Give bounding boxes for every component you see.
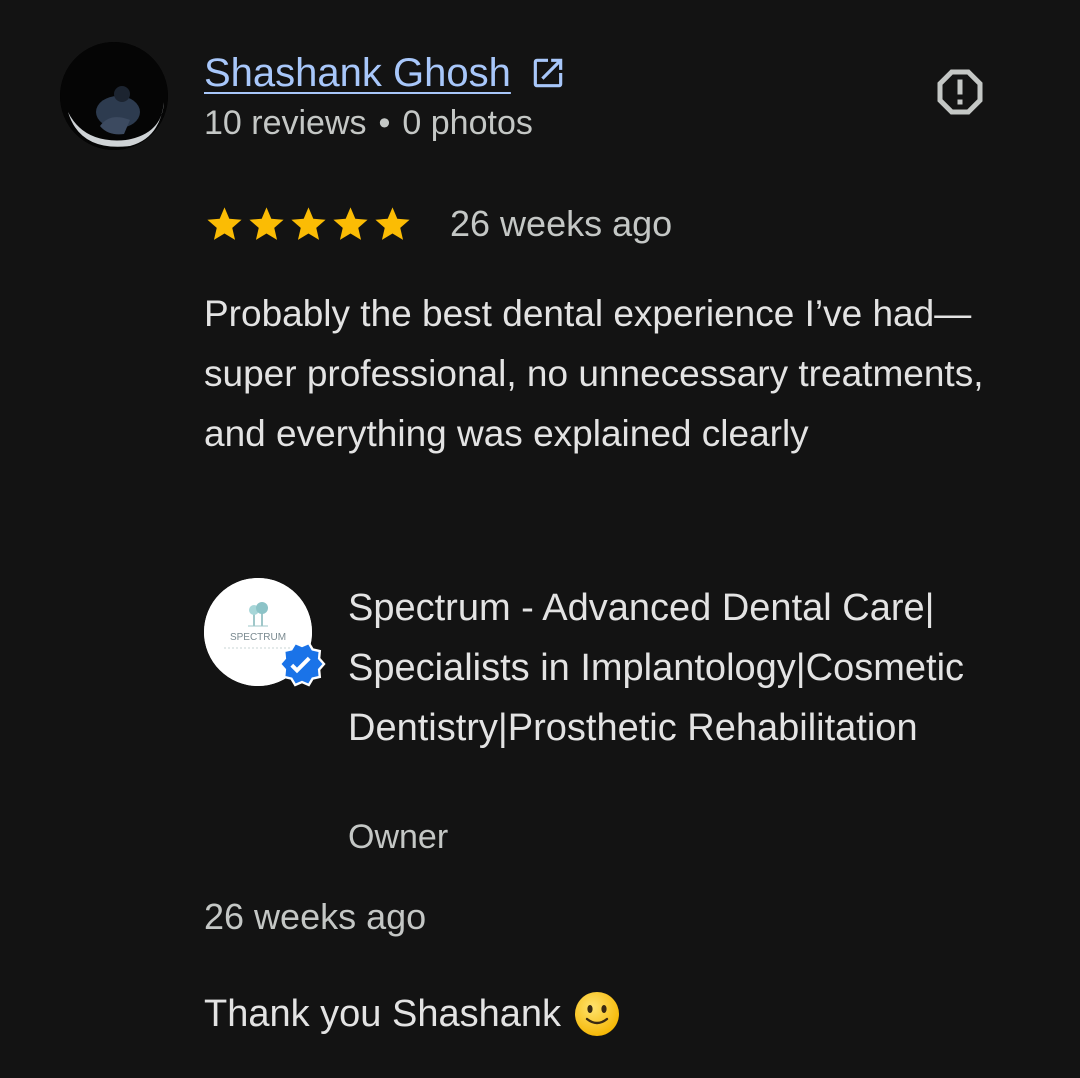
review-text: Probably the best dental experience I’ve… <box>204 293 984 454</box>
meta-separator: • <box>378 104 391 142</box>
star-icon <box>375 206 410 240</box>
star-icon <box>333 206 368 240</box>
verified-badge-icon <box>278 641 326 687</box>
photo-count: 0 photos <box>402 104 533 142</box>
star-rating <box>204 204 414 245</box>
owner-response: Thank you Shashank <box>204 990 621 1038</box>
review-timestamp: 26 weeks ago <box>450 203 673 244</box>
owner-business-name[interactable]: Spectrum - Advanced Dental Care| Special… <box>348 578 1048 758</box>
reviewer-meta: 10 reviews • 0 photos <box>204 104 533 143</box>
reviewer-name-link[interactable]: Shashank Ghosh <box>204 51 511 96</box>
slightly-smiling-face-icon <box>575 992 620 1036</box>
star-icon <box>291 206 326 240</box>
rating-row: 26 weeks ago <box>204 198 672 250</box>
user-photo-avatar-icon <box>60 42 168 150</box>
owner-role-label: Owner <box>348 818 449 856</box>
star-icon <box>207 206 242 240</box>
report-flag-icon[interactable] <box>930 62 990 122</box>
reviewer-avatar[interactable] <box>60 42 168 150</box>
star-icon <box>249 206 284 240</box>
owner-response-text: Thank you Shashank <box>204 992 562 1035</box>
review-count: 10 reviews <box>204 104 367 142</box>
response-timestamp: 26 weeks ago <box>204 896 427 937</box>
open-in-new-icon[interactable] <box>529 54 567 92</box>
